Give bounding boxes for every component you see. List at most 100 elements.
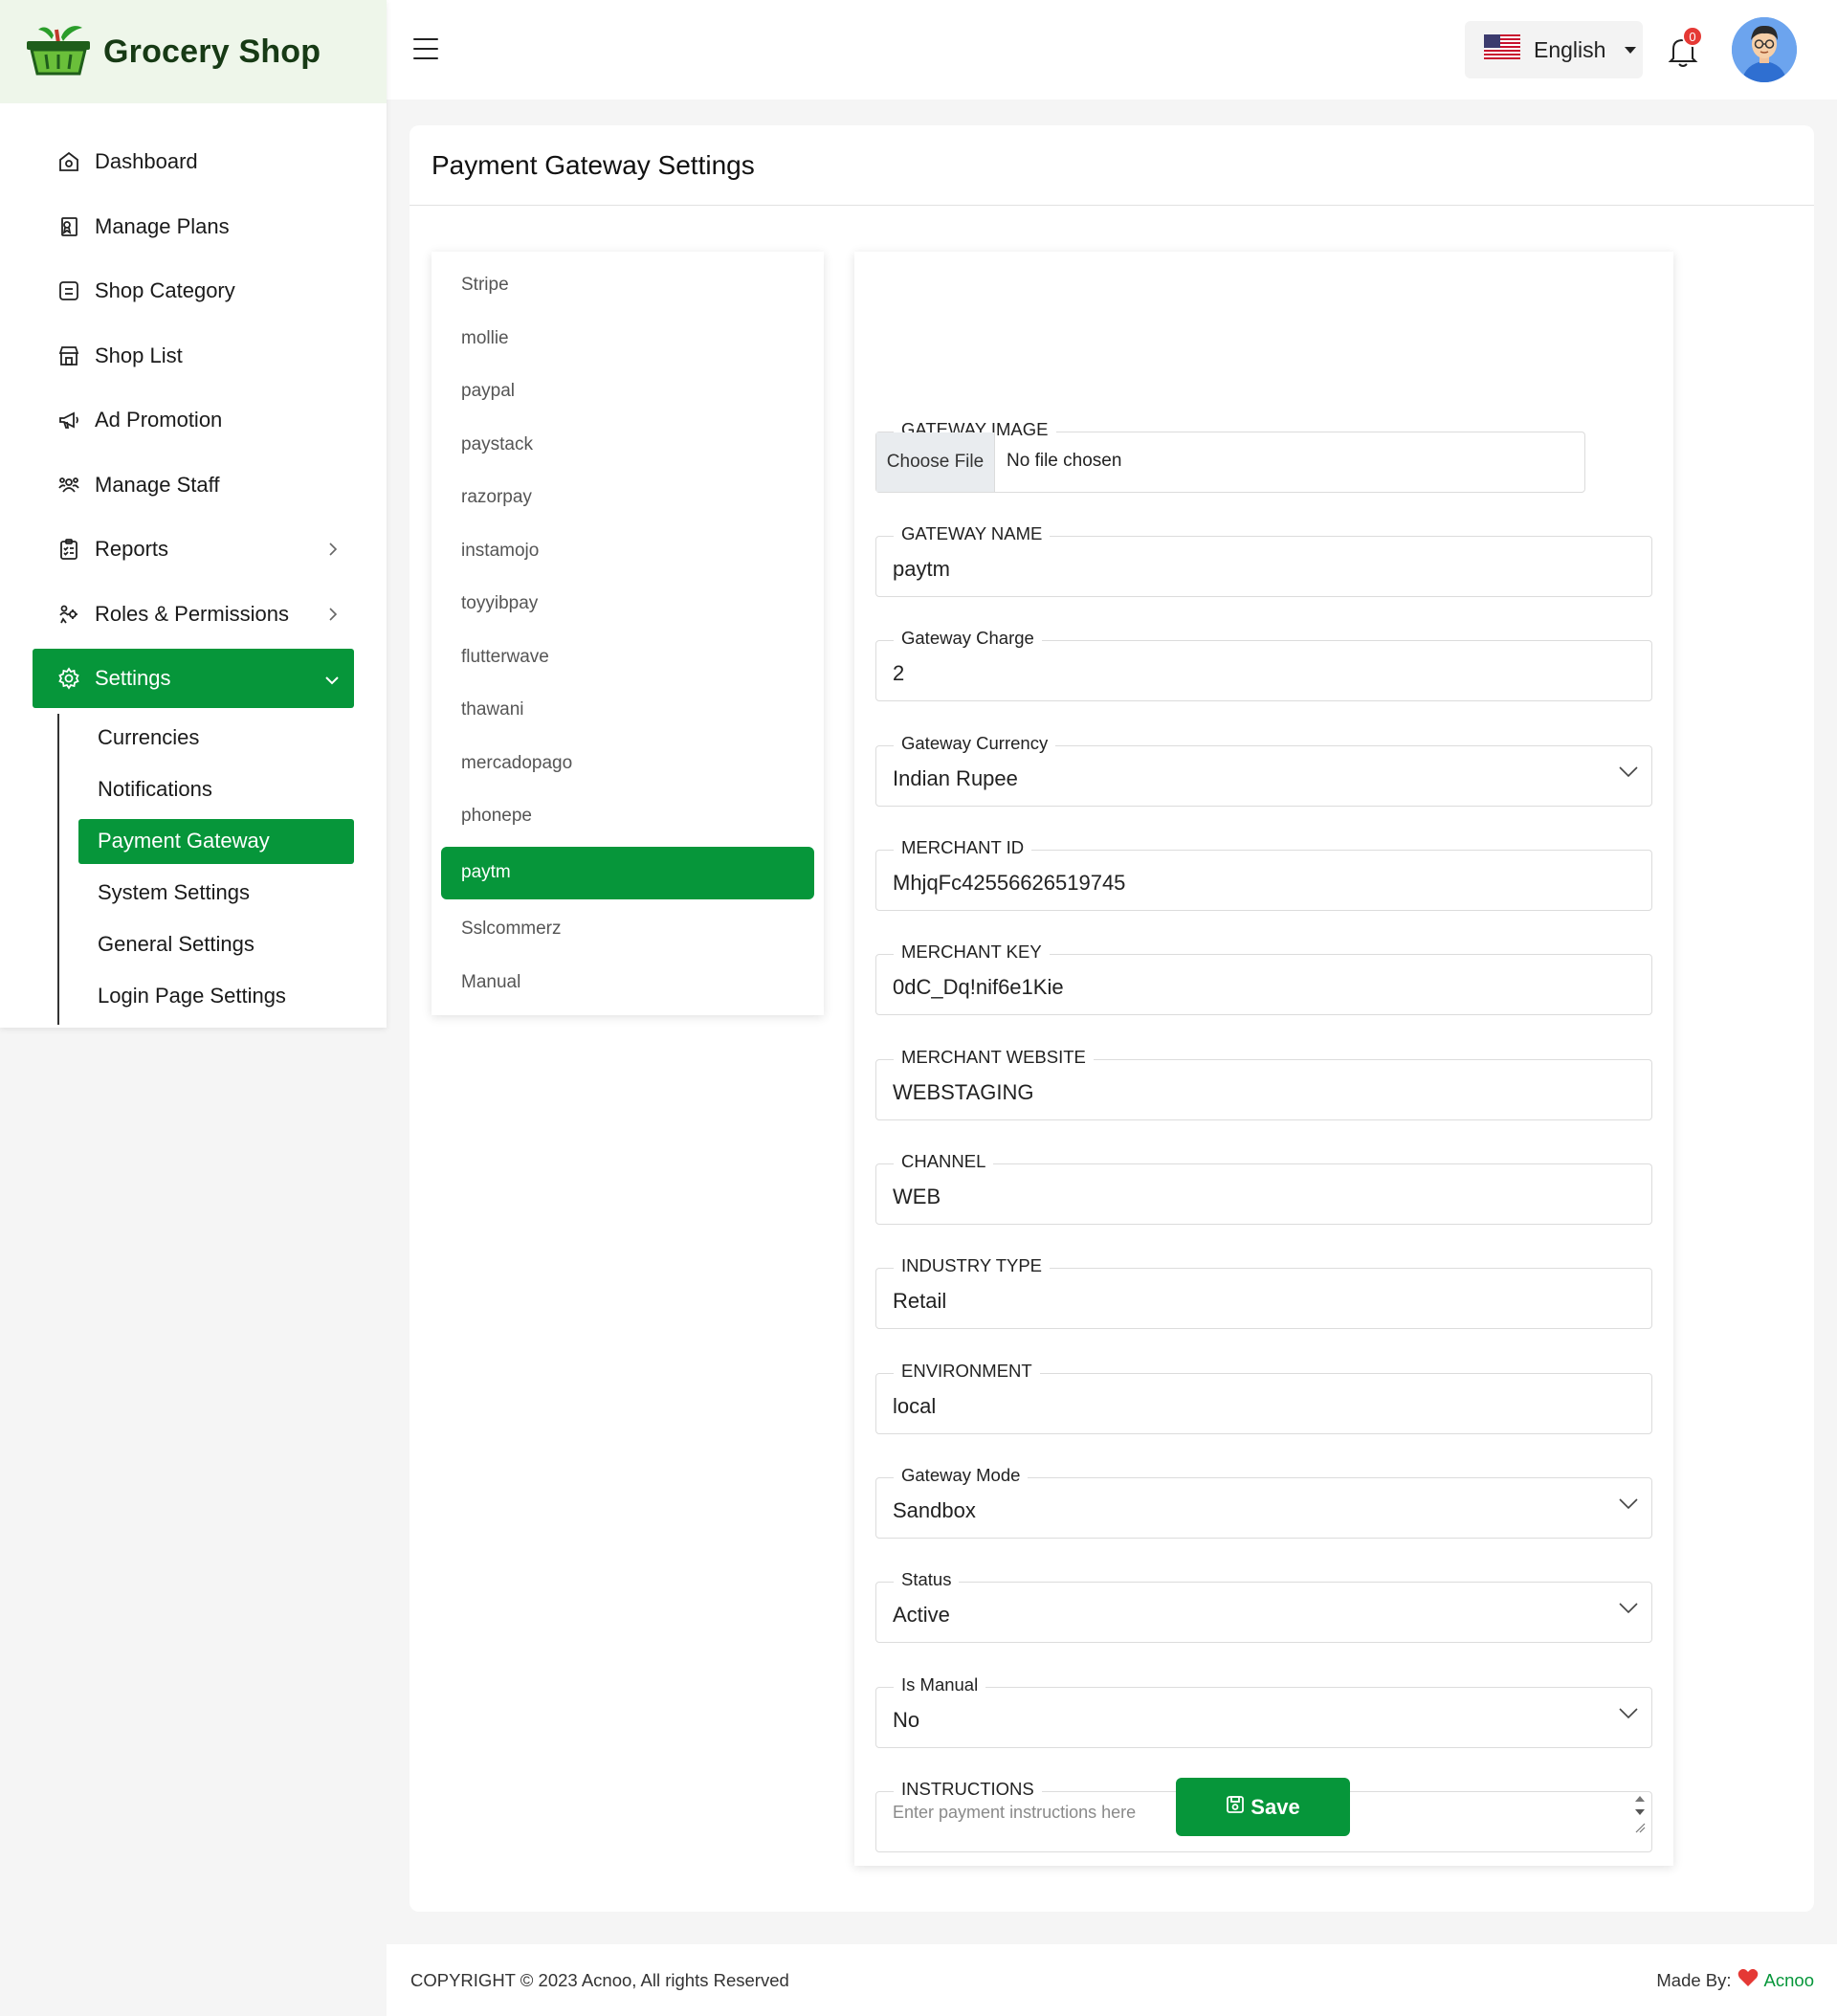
gateway-item-mollie[interactable]: mollie (441, 316, 814, 362)
field-value: local (893, 1394, 937, 1418)
gateway-item-instamojo[interactable]: instamojo (441, 528, 814, 574)
merchant-website-field[interactable]: MERCHANT WEBSITE WEBSTAGING (875, 1047, 1652, 1120)
chevron-down-icon (1619, 1497, 1638, 1515)
status-select[interactable]: Status Active (875, 1569, 1652, 1643)
footer: COPYRIGHT © 2023 Acnoo, All rights Reser… (387, 1944, 1837, 2016)
field-label: INDUSTRY TYPE (894, 1255, 1051, 1276)
field-label: Is Manual (894, 1674, 986, 1695)
gateway-name-field[interactable]: GATEWAY NAME paytm (875, 523, 1652, 597)
save-button[interactable]: Save (1176, 1778, 1350, 1836)
hamburger-menu-icon[interactable] (413, 38, 438, 59)
field-value: Active (893, 1603, 950, 1627)
field-label: Gateway Charge (894, 628, 1042, 649)
gear-icon (56, 666, 81, 691)
sidebar-subitem-login-page-settings[interactable]: Login Page Settings (78, 974, 354, 1019)
plans-icon (56, 214, 81, 239)
avatar[interactable] (1732, 17, 1797, 82)
field-value: paytm (893, 557, 950, 581)
main-card: Payment Gateway Settings Stripe mollie p… (409, 125, 1814, 1912)
made-by-link[interactable]: Acnoo (1764, 1970, 1814, 1991)
sidebar-subitem-currencies[interactable]: Currencies (78, 716, 354, 761)
gateway-charge-field[interactable]: Gateway Charge 2 (875, 628, 1652, 701)
sidebar-item-label: Manage Staff (95, 472, 220, 497)
environment-field[interactable]: ENVIRONMENT local (875, 1361, 1652, 1434)
sidebar-subitem-payment-gateway[interactable]: Payment Gateway (78, 818, 354, 864)
chevron-down-icon (1619, 1707, 1638, 1724)
gateway-mode-select[interactable]: Gateway Mode Sandbox (875, 1465, 1652, 1539)
field-value: MhjqFc42556626519745 (893, 871, 1126, 895)
sidebar-item-label: Settings (95, 666, 171, 690)
scroll-arrows-icon[interactable] (1632, 1795, 1648, 1849)
gateway-item-toyyibpay[interactable]: toyyibpay (441, 581, 814, 627)
industry-type-field[interactable]: INDUSTRY TYPE Retail (875, 1255, 1652, 1329)
floppy-disk-icon (1226, 1795, 1245, 1820)
top-bar: English 0 (387, 0, 1837, 100)
shop-icon (56, 343, 81, 368)
field-value: WEBSTAGING (893, 1080, 1034, 1104)
reports-icon (56, 537, 81, 562)
brand-name: Grocery Shop (103, 33, 321, 70)
gateway-item-paypal[interactable]: paypal (441, 368, 814, 414)
us-flag-icon (1484, 34, 1520, 65)
gateway-item-thawani[interactable]: thawani (441, 687, 814, 733)
gateway-list: Stripe mollie paypal paystack razorpay i… (432, 252, 824, 1015)
gateway-item-manual[interactable]: Manual (441, 960, 814, 1006)
sidebar-subitem-general-settings[interactable]: General Settings (78, 922, 354, 967)
sidebar-item-label: Ad Promotion (95, 408, 223, 432)
sidebar-item-ad-promotion[interactable]: Ad Promotion (33, 390, 354, 450)
gateway-currency-select[interactable]: Gateway Currency Indian Rupee (875, 733, 1652, 807)
gateway-item-paystack[interactable]: paystack (441, 422, 814, 468)
choose-file-button[interactable]: Choose File (876, 432, 995, 492)
settings-submenu: Currencies Notifications Payment Gateway… (57, 713, 387, 1025)
sidebar-item-manage-staff[interactable]: Manage Staff (33, 455, 354, 515)
roles-icon (56, 602, 81, 627)
gateway-item-phonepe[interactable]: phonepe (441, 793, 814, 839)
chevron-down-icon (1619, 765, 1638, 783)
sidebar-item-shop-category[interactable]: Shop Category (33, 261, 354, 321)
gateway-item-razorpay[interactable]: razorpay (441, 475, 814, 521)
sidebar-item-dashboard[interactable]: Dashboard (33, 132, 354, 191)
field-value: 2 (893, 661, 905, 685)
sidebar-subitem-notifications[interactable]: Notifications (78, 767, 354, 812)
field-label: Gateway Currency (894, 733, 1056, 754)
channel-field[interactable]: CHANNEL WEB (875, 1151, 1652, 1225)
home-icon (56, 149, 81, 174)
gateway-item-flutterwave[interactable]: flutterwave (441, 634, 814, 680)
gateway-item-stripe[interactable]: Stripe (441, 262, 814, 308)
heart-icon (1737, 1968, 1759, 1992)
sidebar-item-reports[interactable]: Reports (33, 520, 354, 579)
notification-badge: 0 (1682, 26, 1703, 47)
field-label: INSTRUCTIONS (894, 1779, 1042, 1800)
page-title: Payment Gateway Settings (409, 125, 1814, 206)
field-label: Status (894, 1569, 960, 1590)
merchant-id-field[interactable]: MERCHANT ID MhjqFc42556626519745 (875, 837, 1652, 911)
made-by: Made By: Acnoo (1656, 1968, 1814, 1992)
sidebar: Grocery Shop Dashboard Manage Plans Shop… (0, 0, 387, 1028)
gateway-item-sslcommerz[interactable]: Sslcommerz (441, 906, 814, 952)
field-value: No (893, 1708, 920, 1732)
sidebar-item-roles-permissions[interactable]: Roles & Permissions (33, 585, 354, 644)
sidebar-item-label: Manage Plans (95, 213, 230, 238)
language-selector[interactable]: English (1465, 21, 1643, 78)
sidebar-item-label: Shop Category (95, 278, 235, 302)
merchant-key-field[interactable]: MERCHANT KEY 0dC_Dq!nif6e1Kie (875, 942, 1652, 1015)
field-label: CHANNEL (894, 1151, 994, 1172)
is-manual-select[interactable]: Is Manual No (875, 1674, 1652, 1748)
sidebar-item-settings[interactable]: Settings (33, 649, 354, 708)
file-status: No file chosen (1007, 451, 1122, 471)
brand[interactable]: Grocery Shop (0, 0, 387, 103)
gateway-item-paytm[interactable]: paytm (441, 846, 814, 899)
sidebar-item-label: Roles & Permissions (95, 601, 289, 626)
chevron-right-icon (327, 602, 339, 627)
gateway-item-mercadopago[interactable]: mercadopago (441, 741, 814, 786)
sidebar-menu: Dashboard Manage Plans Shop Category Sho… (0, 103, 387, 1025)
sidebar-subitem-system-settings[interactable]: System Settings (78, 871, 354, 916)
textarea-placeholder: Enter payment instructions here (893, 1803, 1137, 1822)
sidebar-item-manage-plans[interactable]: Manage Plans (33, 197, 354, 256)
field-label: MERCHANT ID (894, 837, 1032, 858)
copyright-text: COPYRIGHT © 2023 Acnoo, All rights Reser… (410, 1969, 789, 1990)
gateway-image-field[interactable]: GATEWAY IMAGE Choose File No file chosen (875, 419, 1585, 493)
sidebar-item-shop-list[interactable]: Shop List (33, 326, 354, 386)
sidebar-item-label: Dashboard (95, 149, 198, 173)
field-value: 0dC_Dq!nif6e1Kie (893, 975, 1064, 999)
